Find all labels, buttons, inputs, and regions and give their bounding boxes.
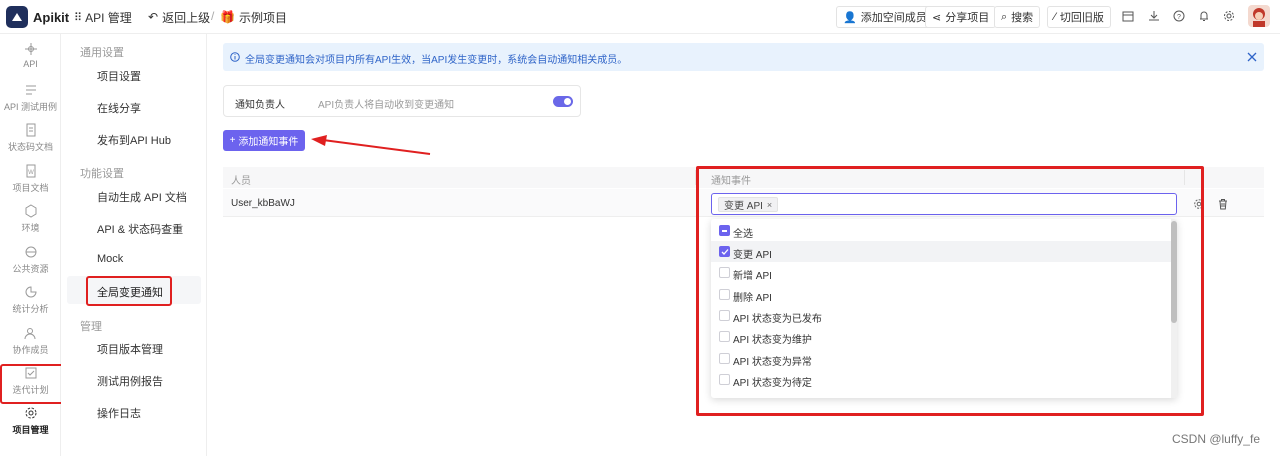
share-label: 分享项目	[945, 12, 990, 24]
share-icon: ⋖	[932, 11, 942, 24]
row-person: User_kbBaWJ	[231, 198, 295, 209]
owner-label: 通知负责人	[235, 100, 285, 111]
add-member-button[interactable]: 👤 添加空间成员	[836, 6, 934, 28]
rail-label: API 测试用例	[3, 102, 57, 112]
rail-item-statistics[interactable]: 统计分析	[0, 281, 61, 323]
search-label: 搜索	[1011, 12, 1034, 24]
subnav-log[interactable]: 操作日志	[97, 405, 141, 421]
statistics-icon	[25, 286, 37, 298]
breadcrumb-separator: /	[211, 9, 215, 23]
switch-old-version-button[interactable]: ⁄ 切回旧版	[1047, 6, 1111, 28]
notify-owner-card: 通知负责人 API负责人将自动收到变更通知	[223, 85, 581, 117]
undo-icon: ↶	[148, 10, 159, 24]
share-project-button[interactable]: ⋖ 分享项目	[925, 6, 997, 28]
rail-item-project-manage[interactable]: 项目管理	[0, 402, 61, 444]
settings-subnav: 通用设置 项目设置 在线分享 发布到API Hub 功能设置 自动生成 API …	[61, 34, 207, 456]
subnav-publish-hub[interactable]: 发布到API Hub	[97, 132, 171, 148]
api-manage-menu[interactable]: ⠿ API 管理	[74, 8, 132, 26]
rail-label: 公共资源	[12, 264, 49, 274]
brand-logo[interactable]: Apikit	[6, 6, 69, 28]
grid-icon: ⠿	[74, 11, 82, 24]
project-name: 示例项目	[238, 10, 287, 25]
rail-label: 环境	[21, 223, 40, 233]
gift-icon: 🎁	[220, 10, 235, 24]
project-doc-icon: W	[26, 164, 35, 178]
add-user-icon: 👤	[843, 11, 857, 24]
rail-label: 协作成员	[12, 345, 49, 355]
highlight-box-global-notify	[86, 276, 172, 306]
rail-label: 统计分析	[12, 304, 49, 314]
brand-name: Apikit	[33, 9, 70, 25]
subnav-project-settings[interactable]: 项目设置	[97, 68, 141, 84]
api-icon	[24, 43, 37, 55]
svg-text:W: W	[28, 170, 34, 176]
rail-item-members[interactable]: 协作成员	[0, 322, 61, 364]
subnav-auto-gen[interactable]: 自动生成 API 文档	[97, 189, 187, 205]
info-alert: 全局变更通知会对项目内所有API生效，当API发生变更时，系统会自动通知相关成员…	[223, 43, 1264, 71]
row-delete-icon[interactable]	[1217, 198, 1229, 210]
calendar-icon[interactable]	[1121, 9, 1135, 23]
rail-label: 状态码文档	[7, 142, 53, 152]
rail-item-api[interactable]: API	[0, 38, 61, 80]
rail-label: 项目管理	[12, 425, 49, 435]
back-button[interactable]: ↶ 返回上级	[148, 8, 210, 26]
rail-label: API	[23, 59, 38, 69]
plus-icon: +	[229, 135, 236, 146]
rail-item-status-doc[interactable]: 状态码文档	[0, 119, 61, 161]
apikit-logo-icon	[6, 6, 28, 28]
bell-icon[interactable]	[1197, 9, 1211, 23]
magic-wand-icon: ⁄	[1054, 11, 1056, 23]
subnav-dup-check[interactable]: API & 状态码查重	[97, 221, 183, 237]
subnav-online-share[interactable]: 在线分享	[97, 100, 141, 116]
svg-text:?: ?	[1177, 14, 1181, 21]
rail-label: 项目文档	[12, 183, 49, 193]
owner-toggle[interactable]	[553, 96, 573, 107]
api-manage-label: API 管理	[85, 10, 132, 25]
search-icon: ⌕	[1001, 10, 1008, 23]
annotation-arrow	[311, 135, 431, 155]
subnav-report[interactable]: 测试用例报告	[97, 373, 163, 389]
help-icon[interactable]: ?	[1172, 9, 1186, 23]
gear-icon	[25, 407, 36, 419]
public-resource-icon	[25, 246, 36, 258]
rail-item-environment[interactable]: 环境	[0, 200, 61, 242]
highlight-box-event-dropdown	[696, 166, 1204, 416]
group-general: 通用设置	[80, 47, 124, 59]
back-label: 返回上级	[162, 10, 211, 25]
info-icon	[230, 52, 240, 62]
status-doc-icon	[26, 123, 35, 137]
watermark: CSDN @luffy_fe	[1172, 432, 1260, 446]
add-member-label: 添加空间成员	[860, 12, 927, 24]
user-avatar[interactable]	[1248, 5, 1270, 27]
switch-old-label: 切回旧版	[1059, 12, 1104, 24]
test-case-icon	[25, 85, 36, 95]
top-bar: Apikit ⠿ API 管理 ↶ 返回上级 / 🎁 示例项目 👤 添加空间成员…	[0, 0, 1280, 34]
subnav-version[interactable]: 项目版本管理	[97, 341, 163, 357]
subnav-mock[interactable]: Mock	[97, 253, 123, 265]
rail-item-test-case[interactable]: API 测试用例	[0, 79, 61, 121]
group-manage: 管理	[80, 321, 102, 333]
group-features: 功能设置	[80, 168, 124, 180]
owner-desc: API负责人将自动收到变更通知	[318, 100, 455, 111]
alert-text: 全局变更通知会对项目内所有API生效，当API发生变更时，系统会自动通知相关成员…	[245, 55, 628, 66]
add-notify-event-button[interactable]: + 添加通知事件	[223, 130, 305, 151]
project-breadcrumb[interactable]: 🎁 示例项目	[220, 8, 287, 26]
members-icon	[24, 328, 35, 340]
download-icon[interactable]	[1147, 9, 1161, 23]
highlight-box-project-manage	[0, 364, 65, 404]
environment-icon	[25, 204, 36, 218]
col-person: 人员	[231, 176, 251, 187]
settings-icon[interactable]	[1222, 9, 1236, 23]
rail-item-project-doc[interactable]: W 项目文档	[0, 160, 61, 202]
close-icon[interactable]	[1247, 52, 1257, 62]
add-notify-event-label: 添加通知事件	[238, 137, 299, 148]
rail-item-public-resource[interactable]: 公共资源	[0, 241, 61, 283]
search-button[interactable]: ⌕ 搜索	[994, 6, 1041, 28]
